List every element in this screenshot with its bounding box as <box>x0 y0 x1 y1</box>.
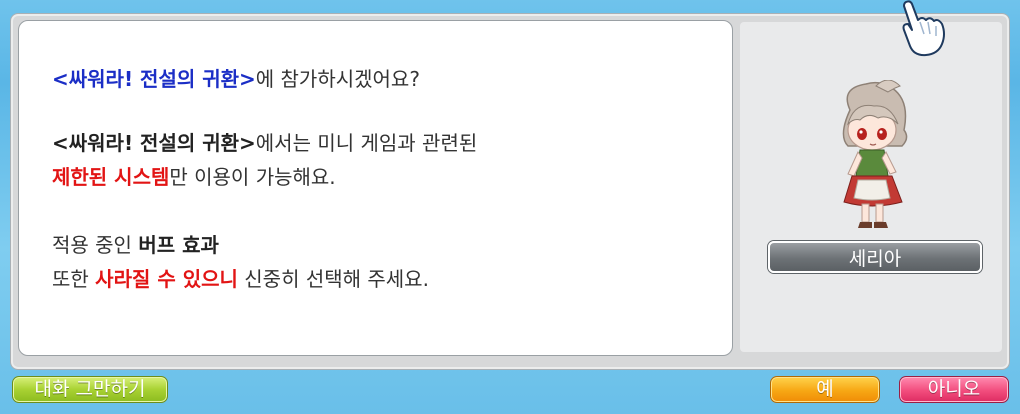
warning-text-1: 적용 중인 <box>52 233 139 257</box>
yes-button[interactable]: 예 <box>770 376 880 403</box>
may-disappear-text: 사라질 수 있으니 <box>95 267 238 291</box>
hand-cursor-icon <box>902 0 945 57</box>
restricted-system-text: 제한된 시스템 <box>52 165 170 189</box>
warning-text-2: 또한 <box>52 267 96 291</box>
dialog-info: <싸워라! 전설의 귀환>에서는 미니 게임과 관련된 제한된 시스템만 이용이… <box>52 126 477 194</box>
background-decoration <box>330 372 650 412</box>
event-name: <싸워라! 전설의 귀환> <box>52 131 256 155</box>
info-text: 에서는 미니 게임과 관련된 <box>255 131 478 155</box>
warning-text-3: 신중히 선택해 주세요. <box>237 267 429 291</box>
info-text-2: 만 이용이 가능해요. <box>169 165 336 189</box>
no-button[interactable]: 아니오 <box>899 376 1009 403</box>
dialog-question: <싸워라! 전설의 귀환>에 참가하시겠어요? <box>52 62 420 96</box>
question-text: 에 참가하시겠어요? <box>255 67 420 91</box>
end-chat-button[interactable]: 대화 그만하기 <box>12 376 168 403</box>
event-name: <싸워라! 전설의 귀환> <box>52 67 256 91</box>
npc-name-plate: 세리아 <box>768 241 982 273</box>
npc-portrait <box>842 80 908 228</box>
buff-effect-text: 버프 효과 <box>138 233 219 257</box>
dialog-warning: 적용 중인 버프 효과 또한 사라질 수 있으니 신중히 선택해 주세요. <box>52 228 429 296</box>
